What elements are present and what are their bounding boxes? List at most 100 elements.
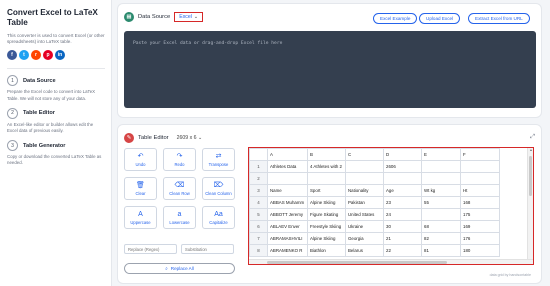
- row-header[interactable]: 6: [249, 220, 268, 233]
- table-cell[interactable]: [460, 172, 500, 185]
- step-2: 2 Table Editor An Excel-like editor or b…: [7, 107, 105, 134]
- row-header[interactable]: 4: [249, 196, 268, 209]
- pinterest-icon[interactable]: p: [43, 50, 53, 61]
- vertical-scrollbar[interactable]: ▲ ▼: [527, 148, 533, 264]
- table-cell[interactable]: 2606: [383, 160, 422, 173]
- table-row: 6 ABLAEV Enver Freestyle Skiing Ukraine 30 68…: [249, 220, 500, 233]
- table-cell[interactable]: 81: [421, 244, 461, 257]
- table-cell[interactable]: [267, 172, 308, 185]
- table-cell[interactable]: Athletes Data: [267, 160, 308, 173]
- table-cell[interactable]: 21: [383, 232, 422, 245]
- linkedin-icon[interactable]: in: [55, 50, 65, 61]
- table-cell[interactable]: Freestyle Skiing: [307, 220, 346, 233]
- table-cell[interactable]: ABRAMASHVILI: [267, 232, 308, 245]
- table-cell[interactable]: 4 Athletes with 2: [307, 160, 346, 173]
- table-cell[interactable]: Sport: [307, 184, 346, 197]
- redo-button[interactable]: ↷ Redo: [163, 148, 196, 171]
- table-cell[interactable]: United States: [345, 208, 384, 221]
- facebook-icon[interactable]: f: [7, 50, 17, 61]
- twitter-icon[interactable]: t: [19, 50, 29, 61]
- format-select[interactable]: Excel ⌄: [174, 12, 204, 22]
- table-cell[interactable]: Nationality: [345, 184, 384, 197]
- column-header[interactable]: E: [421, 148, 461, 161]
- row-header[interactable]: 1: [249, 160, 268, 173]
- table-cell[interactable]: 23: [383, 196, 422, 209]
- horizontal-scrollbar[interactable]: [249, 259, 533, 264]
- table-cell[interactable]: [345, 160, 384, 173]
- table-cell[interactable]: Alpine Skiing: [307, 232, 346, 245]
- table-size-select[interactable]: 2609 x 6 ⌄: [177, 135, 203, 141]
- capitalize-button[interactable]: Aa Capitalize: [202, 206, 235, 229]
- table-cell[interactable]: ABRAMENKO R: [267, 244, 308, 257]
- table-cell[interactable]: Figure Skating: [307, 208, 346, 221]
- table-cell[interactable]: Belarus: [345, 244, 384, 257]
- replace-all-button[interactable]: ⌕ Replace All: [124, 263, 235, 274]
- table-cell[interactable]: 30: [383, 220, 422, 233]
- capitalize-icon: Aa: [214, 210, 223, 218]
- column-header[interactable]: C: [345, 148, 384, 161]
- spreadsheet-grid[interactable]: A B C D E F 1 Athletes Data 4 Athletes with 2 260…: [248, 147, 534, 265]
- scrollbar-thumb[interactable]: [529, 156, 532, 196]
- column-header[interactable]: F: [460, 148, 500, 161]
- row-header[interactable]: 7: [249, 232, 268, 245]
- reddit-icon[interactable]: r: [31, 50, 41, 61]
- uppercase-button[interactable]: A Uppercase: [124, 206, 157, 229]
- clean-row-button[interactable]: ⌫ Clean Row: [163, 177, 196, 200]
- table-cell[interactable]: 168: [460, 196, 500, 209]
- table-cell[interactable]: [383, 172, 422, 185]
- table-cell[interactable]: 55: [421, 196, 461, 209]
- table-cell[interactable]: [460, 160, 500, 173]
- table-cell[interactable]: [421, 172, 461, 185]
- column-header[interactable]: [249, 148, 268, 161]
- table-cell[interactable]: [421, 208, 461, 221]
- clear-button[interactable]: 🗑 Clear: [124, 177, 157, 200]
- row-header[interactable]: 3: [249, 184, 268, 197]
- table-cell[interactable]: Ukraine: [345, 220, 384, 233]
- column-header[interactable]: B: [307, 148, 346, 161]
- column-header[interactable]: A: [267, 148, 308, 161]
- table-cell[interactable]: 169: [460, 220, 500, 233]
- row-header[interactable]: 5: [249, 208, 268, 221]
- table-cell[interactable]: ABBOTT Jeremy: [267, 208, 308, 221]
- table-cell[interactable]: [345, 172, 384, 185]
- table-cell[interactable]: 180: [460, 244, 500, 257]
- extract-excel-from-url-button[interactable]: Extract Excel from URL: [468, 13, 530, 24]
- column-header[interactable]: D: [383, 148, 422, 161]
- table-row: 4 ABBAS Muhamm Alpine Skiing Pakistan 23 55 16…: [249, 196, 500, 209]
- clean-column-button[interactable]: ⌦ Clean Column: [202, 177, 235, 200]
- table-cell[interactable]: 176: [460, 232, 500, 245]
- table-cell[interactable]: ABLAEV Enver: [267, 220, 308, 233]
- table-cell[interactable]: [421, 160, 461, 173]
- table-cell[interactable]: Ht: [460, 184, 500, 197]
- table-cell[interactable]: Georgia: [345, 232, 384, 245]
- row-header[interactable]: 2: [249, 172, 268, 185]
- substitution-input[interactable]: [181, 244, 234, 254]
- table-cell[interactable]: Biathlon: [307, 244, 346, 257]
- scrollbar-thumb[interactable]: [267, 261, 447, 264]
- undo-button[interactable]: ↶ Undo: [124, 148, 157, 171]
- scroll-up-icon[interactable]: ▲: [528, 148, 533, 152]
- table-cell[interactable]: ABBAS Muhamm: [267, 196, 308, 209]
- lowercase-button[interactable]: a Lowercase: [163, 206, 196, 229]
- table-size-value: 2609 x 6: [176, 135, 197, 141]
- table-cell[interactable]: Wt kg: [421, 184, 461, 197]
- table-cell[interactable]: [307, 172, 346, 185]
- row-header[interactable]: 8: [249, 244, 268, 257]
- replace-regex-input[interactable]: [124, 244, 177, 254]
- table-cell[interactable]: 22: [383, 244, 422, 257]
- paste-area[interactable]: Paste your Excel data or drag-and-drop E…: [124, 31, 536, 108]
- table-cell[interactable]: Pakistan: [345, 196, 384, 209]
- table-cell[interactable]: Name: [267, 184, 308, 197]
- excel-example-button[interactable]: Excel Example: [373, 13, 418, 24]
- table-row: 7 ABRAMASHVILI Alpine Skiing Georgia 21 82 176: [249, 232, 500, 245]
- table-cell[interactable]: 68: [421, 220, 461, 233]
- table-cell[interactable]: Alpine Skiing: [307, 196, 346, 209]
- expand-icon[interactable]: ⤢: [530, 134, 535, 141]
- table-cell[interactable]: Age: [383, 184, 422, 197]
- table-cell[interactable]: 82: [421, 232, 461, 245]
- table-cell[interactable]: 175: [460, 208, 500, 221]
- transpose-button[interactable]: ⇄ Transpose: [202, 148, 235, 171]
- table-cell[interactable]: 24: [383, 208, 422, 221]
- table-row: 2: [249, 172, 500, 185]
- upload-excel-button[interactable]: Upload Excel: [419, 13, 461, 24]
